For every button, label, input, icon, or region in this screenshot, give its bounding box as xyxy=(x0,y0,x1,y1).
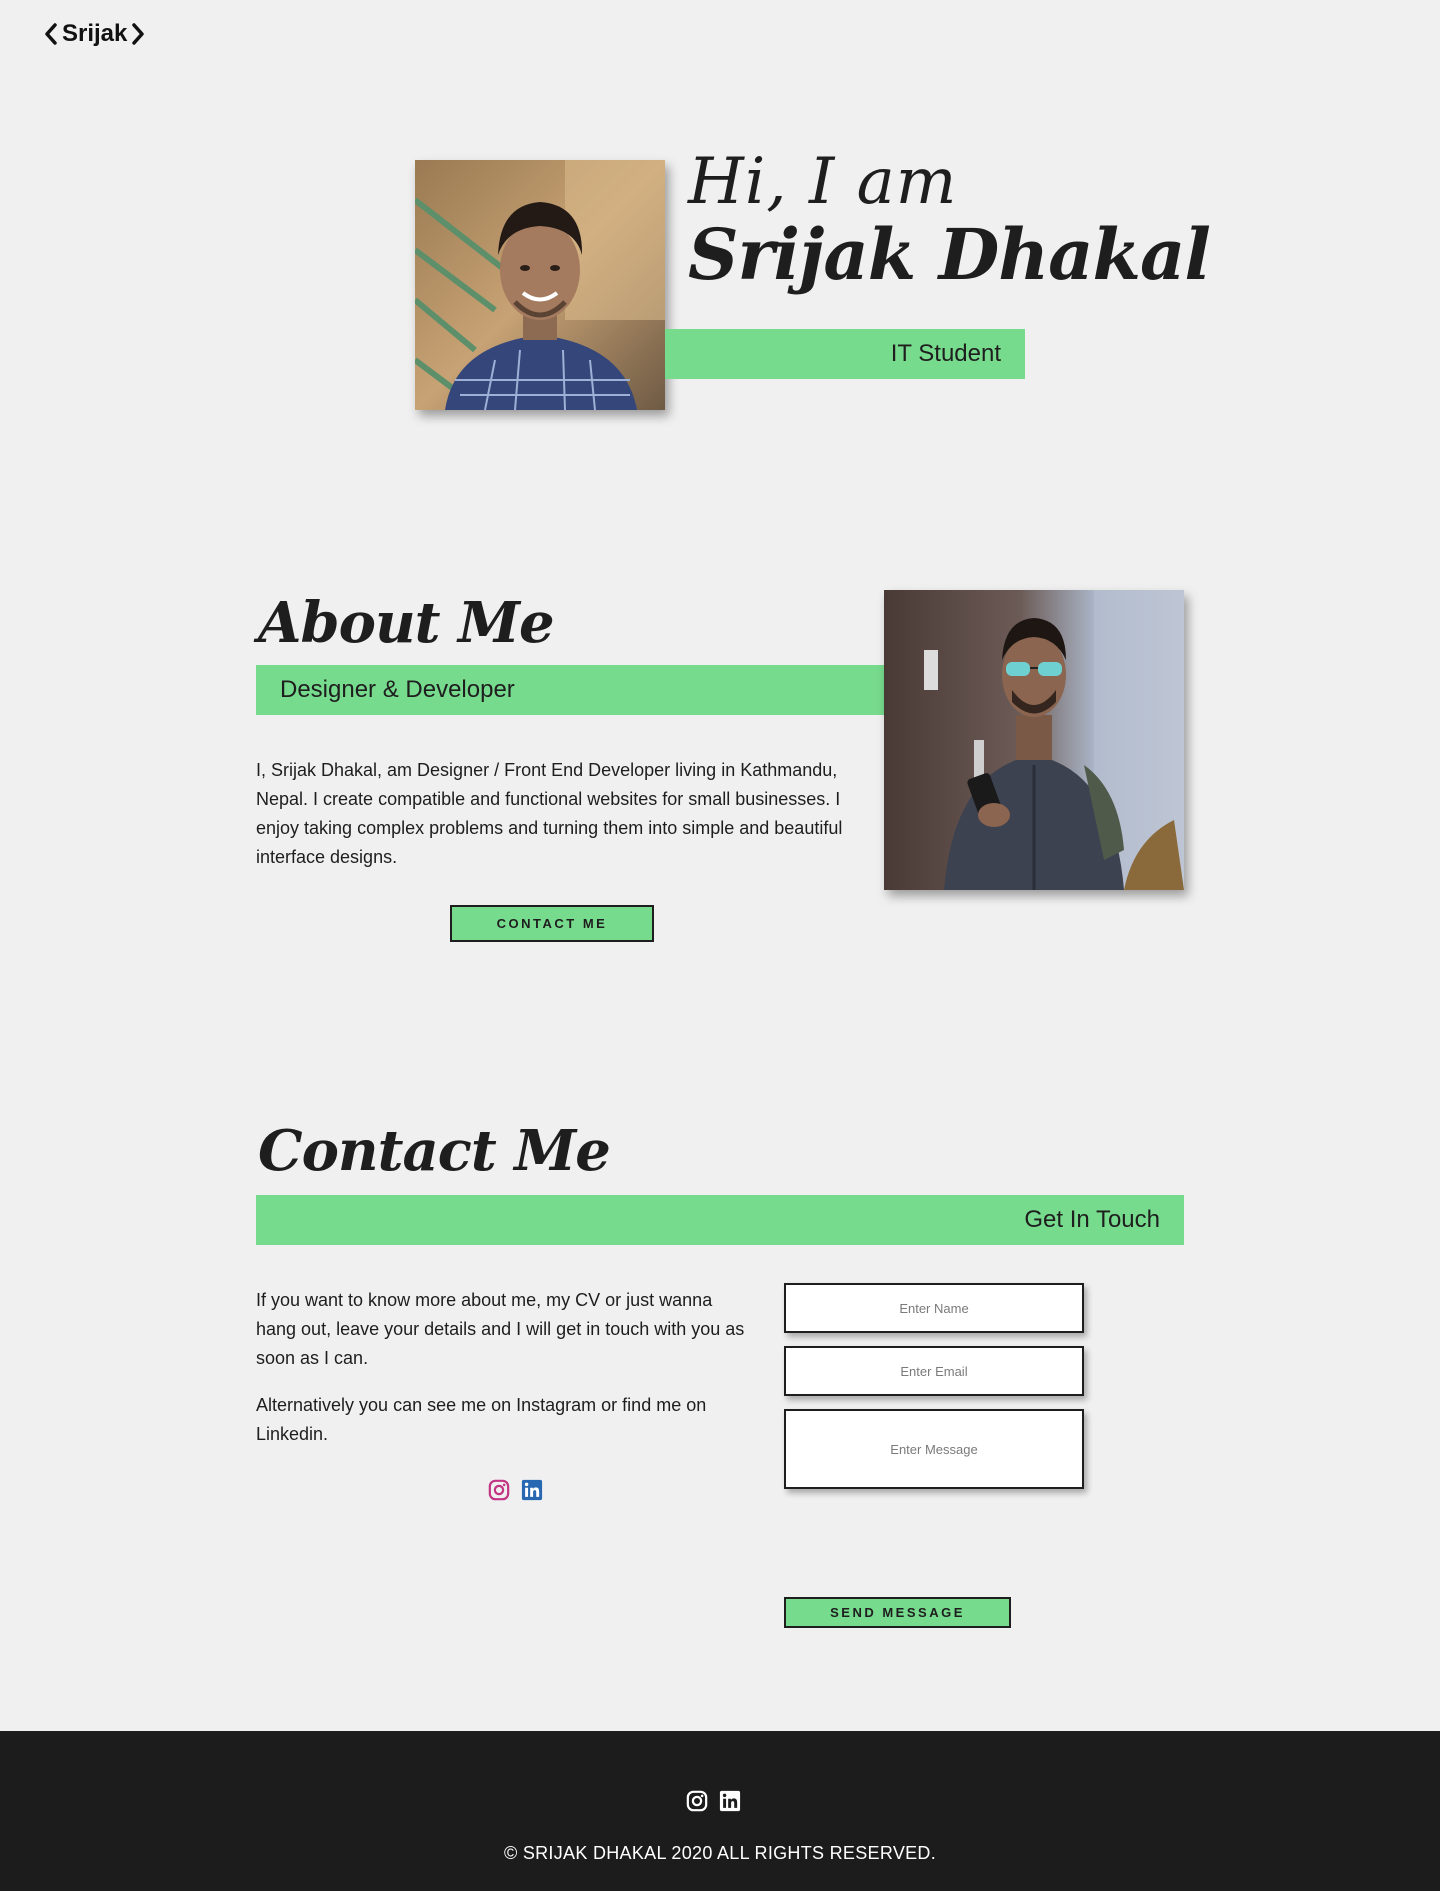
send-message-button[interactable]: SEND MESSAGE xyxy=(784,1597,1011,1628)
copyright-text: © SRIJAK DHAKAL 2020 ALL RIGHTS RESERVED… xyxy=(503,1843,937,1863)
message-input[interactable] xyxy=(784,1409,1084,1489)
linkedin-icon[interactable] xyxy=(719,1790,741,1812)
name-input[interactable] xyxy=(784,1283,1084,1333)
hero-role: IT Student xyxy=(890,340,1001,367)
chevron-right-icon xyxy=(132,23,145,45)
contact-social-links xyxy=(488,1479,543,1501)
instagram-icon[interactable] xyxy=(686,1790,708,1812)
about-title: About Me xyxy=(258,590,555,656)
contact-subtitle: Get In Touch xyxy=(1024,1206,1160,1233)
hero-name: Srijak Dhakal xyxy=(688,213,1211,296)
contact-me-button[interactable]: CONTACT ME xyxy=(450,905,654,942)
chevron-left-icon xyxy=(45,23,57,45)
profile-photo xyxy=(415,160,665,410)
footer: © SRIJAK DHAKAL 2020 ALL RIGHTS RESERVED… xyxy=(0,1731,1440,1891)
instagram-icon[interactable] xyxy=(488,1479,510,1501)
email-input[interactable] xyxy=(784,1346,1084,1396)
contact-description: If you want to know more about me, my CV… xyxy=(256,1286,756,1467)
logo-text: Srijak xyxy=(62,20,128,47)
about-photo xyxy=(884,590,1184,890)
hero-heading: Hi, I am Srijak Dhakal xyxy=(688,145,1211,296)
about-description: I, Srijak Dhakal, am Designer / Front En… xyxy=(256,760,843,867)
contact-paragraph-1: If you want to know more about me, my CV… xyxy=(256,1290,745,1368)
hero-greeting: Hi, I am xyxy=(688,145,958,219)
contact-subtitle-band: Get In Touch xyxy=(256,1195,1184,1245)
site-logo[interactable]: Srijak xyxy=(44,20,145,48)
footer-social-links xyxy=(686,1790,741,1812)
contact-title: Contact Me xyxy=(258,1118,611,1184)
linkedin-icon[interactable] xyxy=(521,1479,543,1501)
about-subtitle-band: Designer & Developer xyxy=(256,665,884,715)
about-subtitle: Designer & Developer xyxy=(280,676,515,703)
contact-paragraph-2: Alternatively you can see me on Instagra… xyxy=(256,1395,707,1444)
hero-role-band: IT Student xyxy=(665,329,1025,379)
